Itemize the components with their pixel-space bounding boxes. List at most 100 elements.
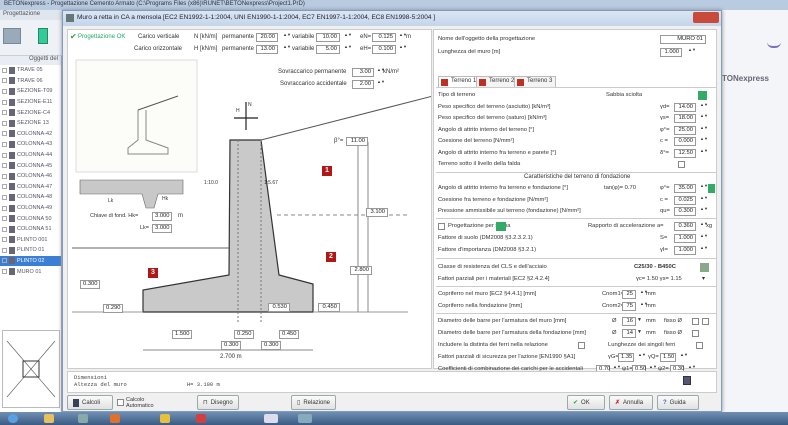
tab-terreno-1[interactable]: Terreno 1 bbox=[438, 76, 481, 87]
betonexpress-task-icon[interactable] bbox=[264, 414, 278, 423]
spinner[interactable]: ▲▼ bbox=[640, 290, 648, 298]
chevron-down-icon[interactable]: ▾ bbox=[702, 276, 705, 282]
checkbox[interactable] bbox=[692, 330, 699, 337]
checkbox[interactable] bbox=[2, 78, 7, 84]
tree-item[interactable]: COLONNA-46 bbox=[0, 171, 61, 182]
soil-library-icon[interactable] bbox=[698, 91, 707, 100]
checkbox[interactable] bbox=[2, 226, 7, 232]
tree-item[interactable]: MURO 01 bbox=[0, 266, 61, 277]
spinner[interactable]: ▲▼ bbox=[700, 114, 708, 122]
checkbox[interactable] bbox=[438, 223, 445, 230]
value-input[interactable]: 18.00 bbox=[674, 114, 696, 123]
spinner[interactable]: ▲▼ bbox=[638, 353, 646, 361]
checkbox[interactable] bbox=[2, 194, 7, 200]
tree-item[interactable]: SEZIONE 13 bbox=[0, 118, 61, 129]
tree-item[interactable]: PLINTO 001 bbox=[0, 235, 61, 246]
seismic-map-icon[interactable] bbox=[496, 222, 506, 231]
wall-length-input[interactable]: 1.000 bbox=[660, 48, 682, 57]
tree-item[interactable]: COLONNA-49 bbox=[0, 203, 61, 214]
tree-item[interactable]: COLONNA-43 bbox=[0, 139, 61, 150]
start-icon[interactable] bbox=[8, 414, 18, 423]
value-input[interactable]: 25.00 bbox=[674, 125, 696, 135]
checkbox[interactable] bbox=[2, 99, 7, 105]
stem-base-input[interactable]: 0.530 bbox=[268, 303, 290, 312]
calc-icon[interactable] bbox=[38, 28, 48, 44]
checkbox[interactable] bbox=[2, 120, 7, 126]
tree-item[interactable]: TRAVE 05 bbox=[0, 65, 61, 76]
spinner[interactable]: ▲▼ bbox=[700, 125, 708, 134]
key-lk-input[interactable]: 3.000 bbox=[152, 224, 172, 233]
toe-thickness-input[interactable]: 0.290 bbox=[103, 304, 123, 313]
report-button[interactable]: ▯ Relazione bbox=[291, 395, 336, 410]
tree-item[interactable]: SEZIONE-E11 bbox=[0, 97, 61, 108]
tree-item[interactable]: COLONNA-42 bbox=[0, 129, 61, 140]
auto-calc-checkbox[interactable] bbox=[117, 399, 124, 406]
tree-item[interactable]: TRAVE 06 bbox=[0, 76, 61, 87]
checkbox[interactable] bbox=[2, 131, 7, 137]
spinner[interactable]: ▲▼ bbox=[700, 137, 708, 145]
front-batter-input[interactable]: 0.300 bbox=[221, 341, 241, 350]
tab-terreno-2[interactable]: Terreno 2 bbox=[476, 76, 519, 87]
height-h2-input[interactable]: 2.800 bbox=[350, 266, 372, 275]
close-button[interactable] bbox=[693, 12, 719, 23]
spinner[interactable]: ▲▼ bbox=[700, 148, 708, 157]
spinner[interactable]: ▲▼ bbox=[700, 102, 708, 111]
back-batter-input[interactable]: 0.300 bbox=[261, 341, 281, 350]
beam-tool-icon[interactable] bbox=[3, 28, 21, 44]
value-input[interactable]: 75 bbox=[622, 302, 636, 311]
value-input[interactable]: 1.000 bbox=[674, 234, 696, 243]
soil-type-select[interactable]: Sabbia sciolta bbox=[606, 92, 642, 98]
heel-length-input[interactable]: 0.450 bbox=[279, 330, 299, 339]
dialog-task-icon[interactable] bbox=[298, 414, 312, 423]
partial-factors-select[interactable]: γc= 1.50 γs= 1.15 bbox=[636, 276, 682, 282]
value-input[interactable]: 0.300 bbox=[674, 207, 696, 216]
menu-progettazione[interactable]: Progettazione bbox=[0, 10, 62, 20]
value-input[interactable]: 0.025 bbox=[674, 195, 696, 205]
tree-item[interactable]: PLINTO 02 bbox=[0, 255, 61, 267]
beta-input[interactable]: 11.00 bbox=[346, 137, 368, 146]
checkbox[interactable] bbox=[2, 88, 7, 94]
app-icon[interactable] bbox=[78, 414, 88, 423]
checkbox[interactable] bbox=[692, 318, 699, 325]
tree-item[interactable]: COLONNA-45 bbox=[0, 160, 61, 171]
value-input[interactable]: 1.000 bbox=[674, 246, 696, 255]
bar-diameter-select[interactable]: 16 bbox=[622, 317, 636, 326]
checkbox[interactable] bbox=[2, 163, 7, 169]
print-icon[interactable] bbox=[683, 376, 691, 385]
checkbox[interactable] bbox=[2, 258, 7, 264]
tree-item[interactable]: SEZIONE-T09 bbox=[0, 86, 61, 97]
tree-item[interactable]: COLONNA 50 bbox=[0, 213, 61, 224]
cancel-button[interactable]: ✗ Annulla bbox=[609, 395, 653, 410]
tab-terreno-3[interactable]: Terreno 3 bbox=[514, 76, 557, 87]
tree-item[interactable]: COLONNA-44 bbox=[0, 150, 61, 161]
tree-item[interactable]: COLONNA-48 bbox=[0, 192, 61, 203]
chevron-down-icon[interactable]: ▼ bbox=[637, 317, 642, 323]
help-button[interactable]: ? Guida bbox=[657, 395, 699, 410]
firefox-icon[interactable] bbox=[110, 414, 120, 423]
tree-item[interactable]: SEZIONE-C4 bbox=[0, 107, 61, 118]
value-input[interactable]: 0.000 bbox=[674, 137, 696, 146]
spinner[interactable]: ▲▼ bbox=[700, 184, 708, 192]
value-input[interactable]: 12.50 bbox=[674, 148, 696, 158]
spinner[interactable]: ▲▼ bbox=[700, 207, 708, 215]
toe-length-input[interactable]: 1.500 bbox=[172, 330, 192, 339]
tree-item[interactable]: COLONNA-47 bbox=[0, 182, 61, 193]
material-library-icon[interactable] bbox=[700, 263, 709, 272]
library-icon[interactable] bbox=[708, 184, 715, 193]
value-input[interactable]: 1.50 bbox=[660, 353, 676, 362]
checkbox[interactable] bbox=[2, 173, 7, 179]
spinner[interactable]: ▲▼ bbox=[700, 234, 708, 242]
checkbox[interactable] bbox=[2, 67, 7, 73]
bar-diameter-select[interactable]: 14 bbox=[622, 329, 636, 338]
key-hk-input[interactable]: 3.000 bbox=[152, 212, 172, 221]
checkbox[interactable] bbox=[696, 342, 703, 349]
value-input[interactable]: 35.00 bbox=[674, 184, 696, 193]
spinner[interactable]: ▲▼ bbox=[700, 246, 708, 254]
value-input[interactable]: 14.00 bbox=[674, 102, 696, 112]
ok-button[interactable]: ✔ OK bbox=[567, 395, 605, 410]
drawing-button[interactable]: ⊓ Disegno bbox=[197, 395, 239, 410]
tree-item[interactable]: COLONNA 51 bbox=[0, 224, 61, 235]
checkbox[interactable] bbox=[2, 205, 7, 211]
spinner[interactable]: ▲▼ bbox=[640, 302, 648, 310]
heel-thickness-input[interactable]: 0.450 bbox=[318, 303, 340, 312]
